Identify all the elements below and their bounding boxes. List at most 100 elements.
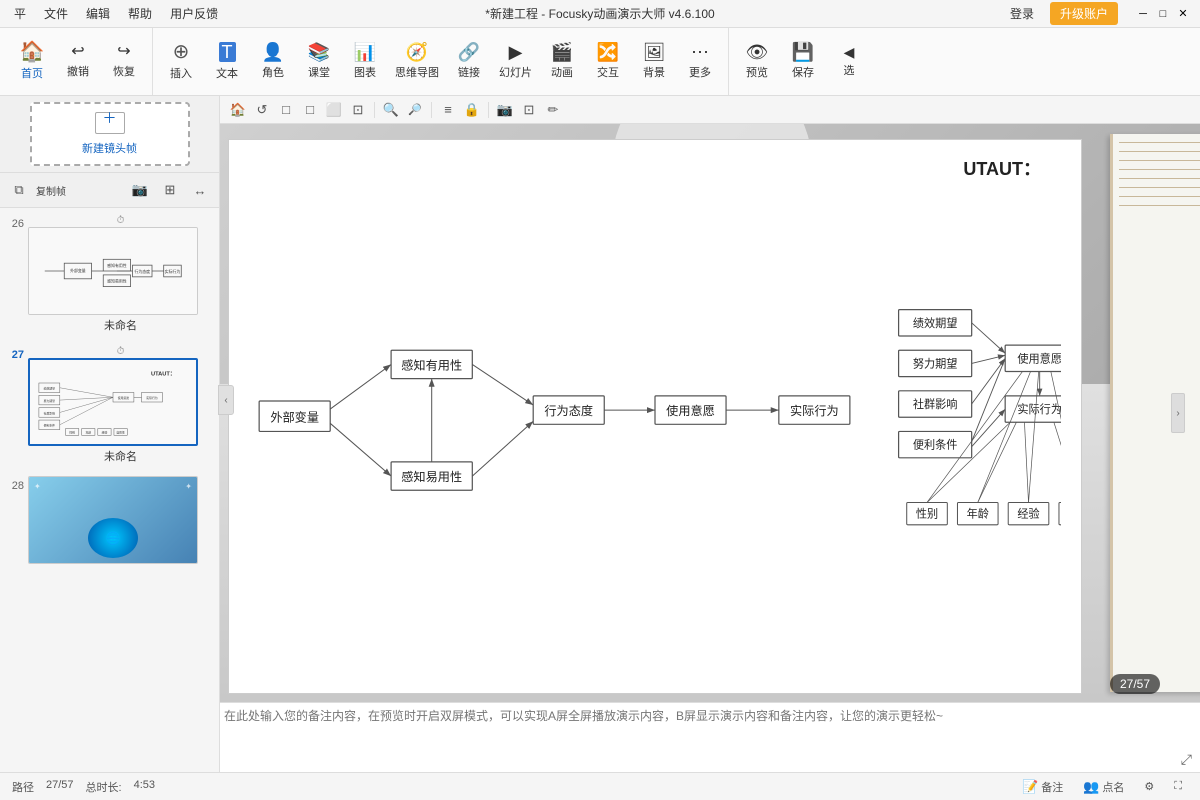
svg-text:经验: 经验 xyxy=(1017,507,1039,521)
menu-ping[interactable]: 平 xyxy=(8,3,32,24)
new-frame-button[interactable]: ＋ 新建镜头帧 xyxy=(30,102,190,166)
window-controls: ─ □ ✕ xyxy=(1134,5,1192,23)
canvas-zoom-in-icon[interactable]: 🔍 xyxy=(381,100,401,120)
toolbar-save[interactable]: 💾 保存 xyxy=(781,39,825,84)
canvas-expand-right-button[interactable]: › xyxy=(1171,393,1185,433)
login-button[interactable]: 登录 xyxy=(1002,3,1042,24)
camera-button[interactable]: 📷 xyxy=(127,177,153,203)
toolbar-slideshow[interactable]: ▶ 幻灯片 xyxy=(493,39,538,84)
role-label: 角色 xyxy=(262,64,284,80)
toolbar-more[interactable]: ⋯ 更多 xyxy=(678,39,722,84)
svg-text:性别: 性别 xyxy=(69,430,75,434)
menu-feedback[interactable]: 用户反馈 xyxy=(164,3,224,24)
undo-icon: ↩ xyxy=(71,44,84,60)
svg-text:使用意愿: 使用意愿 xyxy=(1017,351,1061,365)
resize-button[interactable]: ↔ xyxy=(187,177,213,203)
toolbar-insert[interactable]: ⊕ 插入 xyxy=(159,38,203,85)
svg-text:性别: 性别 xyxy=(916,507,938,521)
svg-text:感知有用性: 感知有用性 xyxy=(401,358,462,373)
toolbar-animation[interactable]: 🎬 动画 xyxy=(540,39,584,84)
slide-number-display: 27/57 xyxy=(1120,677,1150,691)
close-button[interactable]: ✕ xyxy=(1174,5,1192,23)
canvas-align-icon[interactable]: ≡ xyxy=(438,100,458,120)
menu-help[interactable]: 帮助 xyxy=(122,3,158,24)
settings-button[interactable]: ⚙ xyxy=(1138,778,1160,795)
canvas-frame4-icon[interactable]: ⊡ xyxy=(348,100,368,120)
canvas-lock-icon[interactable]: 🔒 xyxy=(462,100,482,120)
notes-expand-icon[interactable]: ⤢ xyxy=(1181,751,1192,768)
preview-label: 预览 xyxy=(746,64,768,80)
toolbar-redo[interactable]: ↪ 恢复 xyxy=(102,40,146,83)
toolbar-group-main: ⊕ 插入 T 文本 👤 角色 📚 课堂 📊 图表 🧭 思维导图 🔗 链接 ▶ xyxy=(152,28,728,95)
toolbar-class[interactable]: 📚 课堂 xyxy=(297,39,341,84)
toolbar-select[interactable]: ◀ 选 xyxy=(827,41,871,82)
canvas-frame2-icon[interactable]: □ xyxy=(300,100,320,120)
chart-label: 图表 xyxy=(354,64,376,80)
svg-text:外部变量: 外部变量 xyxy=(270,409,319,424)
slide-name-26: 未命名 xyxy=(28,315,213,337)
notebook-line-6 xyxy=(1119,187,1200,188)
canvas-rotate-icon[interactable]: ↺ xyxy=(252,100,272,120)
slide-thumb-27[interactable]: UTAUT： 绩效期望 努力期望 社群影响 便利条件 xyxy=(28,358,198,446)
grid-button[interactable]: ⊞ xyxy=(157,177,183,203)
toolbar-home[interactable]: 🏠 首页 xyxy=(10,38,54,85)
copy-frame-icon: ⧉ xyxy=(14,182,23,198)
notebook-line-3 xyxy=(1119,160,1200,161)
chart-icon: 📊 xyxy=(354,43,376,61)
slide-timer-icon-26: ⏱ xyxy=(28,214,213,227)
menu-file[interactable]: 文件 xyxy=(38,3,74,24)
svg-text:实际行为: 实际行为 xyxy=(146,396,158,400)
canvas-main[interactable]: esc xyxy=(220,124,1200,702)
svg-text:绩效期望: 绩效期望 xyxy=(44,387,56,391)
toolbar-role[interactable]: 👤 角色 xyxy=(251,39,295,84)
sidebar-tools: ⧉ 复制帧 📷 ⊞ ↔ xyxy=(0,173,219,208)
canvas-area: 🏠 ↺ □ □ ⬜ ⊡ 🔍 🔎 ≡ 🔒 📷 ⊡ ✏ esc xyxy=(220,96,1200,772)
more-label: 更多 xyxy=(689,64,711,80)
fullscreen-button[interactable]: ⛶ xyxy=(1168,778,1188,795)
menu-edit[interactable]: 编辑 xyxy=(80,3,116,24)
home-label: 首页 xyxy=(21,65,43,81)
titlebar: 平 文件 编辑 帮助 用户反馈 *新建工程 - Focusky动画演示大师 v4… xyxy=(0,0,1200,28)
camera-icon: 📷 xyxy=(132,182,148,198)
canvas-pen-icon[interactable]: ✏ xyxy=(543,100,563,120)
settings-icon: ⚙ xyxy=(1144,780,1154,793)
canvas-frame3-icon[interactable]: ⬜ xyxy=(324,100,344,120)
toolbar-interact[interactable]: 🔀 交互 xyxy=(586,39,630,84)
toolbar-background[interactable]: 🖼 背景 xyxy=(632,39,676,84)
window-title: *新建工程 - Focusky动画演示大师 v4.6.100 xyxy=(485,5,714,22)
canvas-zoom-out-icon[interactable]: 🔎 xyxy=(405,100,425,120)
slideshow-icon: ▶ xyxy=(509,43,523,61)
minimize-button[interactable]: ─ xyxy=(1134,5,1152,23)
canvas-grid-icon[interactable]: ⊡ xyxy=(519,100,539,120)
upgrade-button[interactable]: 升级账户 xyxy=(1050,2,1118,25)
toolbar-mindmap[interactable]: 🧭 思维导图 xyxy=(389,39,445,84)
note-button[interactable]: 📝 备注 xyxy=(1016,777,1069,797)
toolbar-undo[interactable]: ↩ 撤销 xyxy=(56,40,100,83)
copy-frame-button[interactable]: ⧉ xyxy=(6,177,32,203)
toolbar-text[interactable]: T 文本 xyxy=(205,38,249,85)
canvas-home-icon[interactable]: 🏠 xyxy=(228,100,248,120)
slide-thumb-26[interactable]: 外部变量 感知有用性 感知易用性 行为态度 xyxy=(28,227,198,315)
canvas-toolbar: 🏠 ↺ □ □ ⬜ ⊡ 🔍 🔎 ≡ 🔒 📷 ⊡ ✏ xyxy=(220,96,1200,124)
select-label: 选 xyxy=(844,62,855,78)
path-value: 27/57 xyxy=(46,779,74,795)
notes-textarea[interactable] xyxy=(224,707,1196,768)
slide-content[interactable]: UTAUT： 外部变量 感知有用性 xyxy=(228,139,1082,694)
notebook-line-7 xyxy=(1119,196,1200,197)
sidebar-collapse-button[interactable]: ‹ xyxy=(218,385,234,415)
slide-thumb-28[interactable]: 🌐 ✦ ✦ xyxy=(28,476,198,564)
animation-icon: 🎬 xyxy=(551,43,573,61)
maximize-button[interactable]: □ xyxy=(1154,5,1172,23)
sidebar-scroll[interactable]: 26 ⏱ 外部变量 感知 xyxy=(0,208,219,772)
roll-call-button[interactable]: 👥 点名 xyxy=(1077,777,1130,797)
svg-text:经验: 经验 xyxy=(102,430,108,434)
new-frame-label: 新建镜头帧 xyxy=(82,140,137,156)
canvas-frame1-icon[interactable]: □ xyxy=(276,100,296,120)
canvas-camera-icon[interactable]: 📷 xyxy=(495,100,515,120)
notebook-lines xyxy=(1113,134,1200,222)
more-icon: ⋯ xyxy=(691,43,709,61)
toolbar-link[interactable]: 🔗 链接 xyxy=(447,39,491,84)
toolbar-preview[interactable]: 👁 预览 xyxy=(735,39,779,84)
interact-icon: 🔀 xyxy=(597,43,619,61)
toolbar-chart[interactable]: 📊 图表 xyxy=(343,39,387,84)
